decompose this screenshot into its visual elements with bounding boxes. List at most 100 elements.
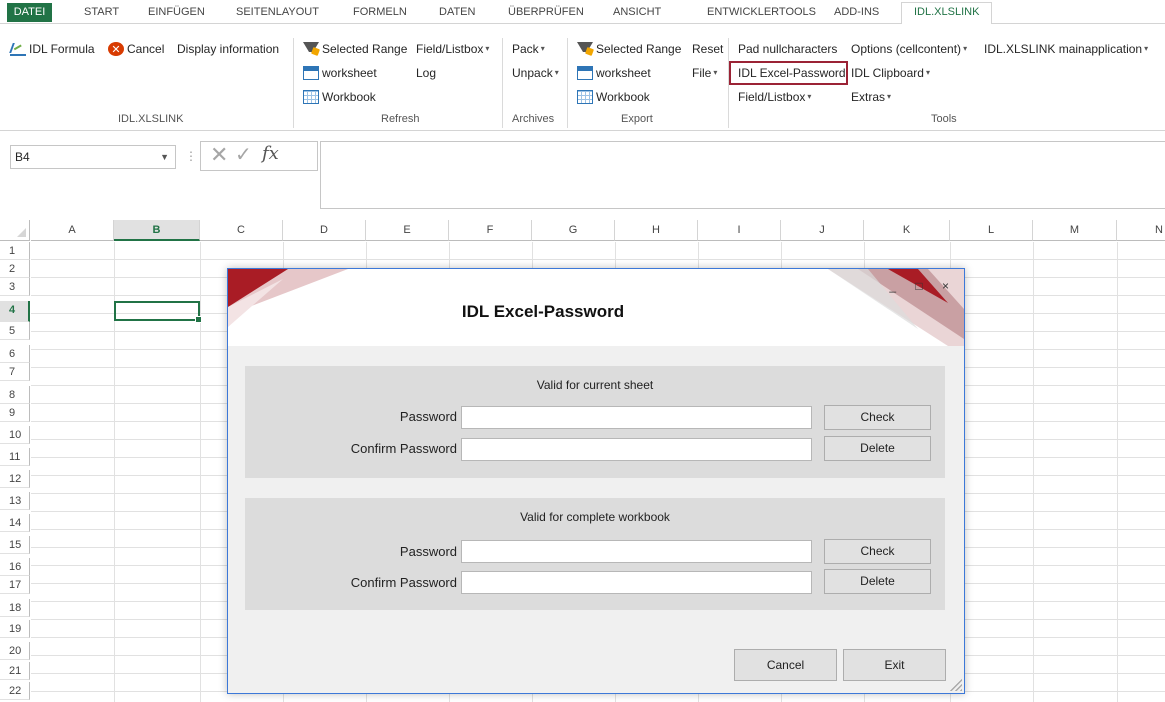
column-header-e[interactable]: E xyxy=(366,220,449,241)
options-cellcontent-dropdown[interactable]: Options (cellcontent) ▾ xyxy=(851,40,967,58)
row-header-6[interactable]: 6 xyxy=(0,345,30,363)
refresh-workbook-button[interactable]: Workbook xyxy=(303,88,376,106)
group-separator xyxy=(567,38,568,128)
group-separator xyxy=(502,38,503,128)
refresh-log-button[interactable]: Log xyxy=(416,64,436,82)
column-header-c[interactable]: C xyxy=(200,220,283,241)
confirm-entry-icon[interactable]: ✓ xyxy=(235,142,252,167)
options-cellcontent-label: Options (cellcontent) xyxy=(851,42,962,56)
column-header-g[interactable]: G xyxy=(532,220,615,241)
refresh-worksheet-label: worksheet xyxy=(322,66,377,80)
row-header-1[interactable]: 1 xyxy=(0,242,30,260)
cancel-button[interactable]: Cancel xyxy=(734,649,837,681)
select-all-corner[interactable] xyxy=(0,220,30,241)
row-header-22[interactable]: 22 xyxy=(0,682,30,700)
tab-datei[interactable]: DATEI xyxy=(7,3,52,22)
extras-dropdown[interactable]: Extras ▾ xyxy=(851,88,891,106)
tab-ansicht[interactable]: ANSICHT xyxy=(613,4,661,24)
row-header-12[interactable]: 12 xyxy=(0,470,30,488)
export-selected-range-button[interactable]: Selected Range xyxy=(577,40,681,58)
export-worksheet-button[interactable]: worksheet xyxy=(577,64,651,82)
idl-clipboard-dropdown[interactable]: IDL Clipboard ▾ xyxy=(851,64,930,82)
exit-button[interactable]: Exit xyxy=(843,649,946,681)
tab-idl-xlslink[interactable]: IDL.XLSLINK xyxy=(901,2,993,25)
row-header-14[interactable]: 14 xyxy=(0,514,30,532)
row-header-18[interactable]: 18 xyxy=(0,599,30,617)
refresh-worksheet-button[interactable]: worksheet xyxy=(303,64,377,82)
column-header-h[interactable]: H xyxy=(615,220,698,241)
group-separator xyxy=(293,38,294,128)
column-header-m[interactable]: M xyxy=(1033,220,1117,241)
workbook-password-label: Password xyxy=(399,544,457,559)
unpack-label: Unpack xyxy=(512,66,553,80)
formula-input[interactable] xyxy=(320,141,1165,209)
sheet-check-button[interactable]: Check xyxy=(824,405,931,430)
row-header-16[interactable]: 16 xyxy=(0,558,30,576)
column-header-n[interactable]: N xyxy=(1117,220,1165,241)
workbook-confirm-password-input[interactable] xyxy=(461,571,812,594)
row-header-5[interactable]: 5 xyxy=(0,322,30,340)
name-box[interactable]: B4 ▼ xyxy=(10,145,176,169)
sheet-password-input[interactable] xyxy=(461,406,812,429)
insert-function-icon[interactable]: fx xyxy=(262,143,279,164)
tab-start[interactable]: START xyxy=(84,4,119,24)
column-header-k[interactable]: K xyxy=(864,220,950,241)
workbook-password-section: Valid for complete workbook Password Che… xyxy=(245,498,945,610)
tab-seitenlayout[interactable]: SEITENLAYOUT xyxy=(236,4,319,24)
row-header-11[interactable]: 11 xyxy=(0,448,30,466)
workbook-check-button[interactable]: Check xyxy=(824,539,931,564)
chevron-down-icon[interactable]: ▼ xyxy=(160,146,169,168)
refresh-field-listbox-dropdown[interactable]: Field/Listbox ▾ xyxy=(416,40,489,58)
tab-entwicklertools[interactable]: ENTWICKLERTOOLS xyxy=(707,4,816,24)
group-label-archives: Archives xyxy=(512,113,555,125)
mainapplication-dropdown[interactable]: IDL.XLSLINK mainapplication ▾ xyxy=(984,40,1148,58)
tab-einfuegen[interactable]: EINFÜGEN xyxy=(148,4,205,24)
display-information-button[interactable]: Display information xyxy=(177,40,279,58)
row-header-4[interactable]: 4 xyxy=(0,301,30,322)
pack-dropdown[interactable]: Pack ▾ xyxy=(512,40,545,58)
row-header-17[interactable]: 17 xyxy=(0,576,30,594)
tools-field-listbox-dropdown[interactable]: Field/Listbox ▾ xyxy=(738,88,811,106)
column-header-f[interactable]: F xyxy=(449,220,532,241)
refresh-selected-range-button[interactable]: Selected Range xyxy=(303,40,407,58)
row-header-19[interactable]: 19 xyxy=(0,620,30,638)
cancel-entry-icon[interactable]: ✕ xyxy=(210,142,228,168)
column-header-b[interactable]: B xyxy=(114,220,200,241)
formula-bar-grip[interactable]: ⋮ xyxy=(185,149,197,163)
sheet-delete-button[interactable]: Delete xyxy=(824,436,931,461)
idl-formula-button[interactable]: IDL Formula xyxy=(10,40,95,58)
row-header-3[interactable]: 3 xyxy=(0,278,30,296)
cancel-ribbon-label: Cancel xyxy=(127,42,165,56)
column-header-l[interactable]: L xyxy=(950,220,1033,241)
workbook-password-input[interactable] xyxy=(461,540,812,563)
tab-formeln[interactable]: FORMELN xyxy=(353,4,407,24)
row-header-2[interactable]: 2 xyxy=(0,260,30,278)
cancel-ribbon-button[interactable]: ✕ Cancel xyxy=(108,40,164,58)
row-header-21[interactable]: 21 xyxy=(0,662,30,680)
column-header-a[interactable]: A xyxy=(31,220,114,241)
row-header-7[interactable]: 7 xyxy=(0,363,30,381)
row-header-20[interactable]: 20 xyxy=(0,642,30,660)
row-header-9[interactable]: 9 xyxy=(0,404,30,422)
row-header-10[interactable]: 10 xyxy=(0,426,30,444)
reset-button[interactable]: Reset xyxy=(692,40,723,58)
workbook-delete-button[interactable]: Delete xyxy=(824,569,931,594)
resize-grip[interactable] xyxy=(950,679,962,691)
column-header-d[interactable]: D xyxy=(283,220,366,241)
sheet-confirm-password-input[interactable] xyxy=(461,438,812,461)
window-controls[interactable]: _ □ × xyxy=(889,279,957,293)
formula-icon xyxy=(10,42,26,56)
row-header-8[interactable]: 8 xyxy=(0,386,30,404)
file-dropdown[interactable]: File ▾ xyxy=(692,64,717,82)
export-workbook-button[interactable]: Workbook xyxy=(577,88,650,106)
column-header-j[interactable]: J xyxy=(781,220,864,241)
tab-daten[interactable]: DATEN xyxy=(439,4,475,24)
column-header-i[interactable]: I xyxy=(698,220,781,241)
unpack-dropdown[interactable]: Unpack ▾ xyxy=(512,64,559,82)
pad-nullcharacters-button[interactable]: Pad nullcharacters xyxy=(738,40,837,58)
tab-ueberpruefen[interactable]: ÜBERPRÜFEN xyxy=(508,4,584,24)
row-header-13[interactable]: 13 xyxy=(0,492,30,510)
tab-add-ins[interactable]: ADD-INS xyxy=(834,4,879,24)
row-header-15[interactable]: 15 xyxy=(0,536,30,554)
active-cell-b4[interactable] xyxy=(114,301,202,323)
